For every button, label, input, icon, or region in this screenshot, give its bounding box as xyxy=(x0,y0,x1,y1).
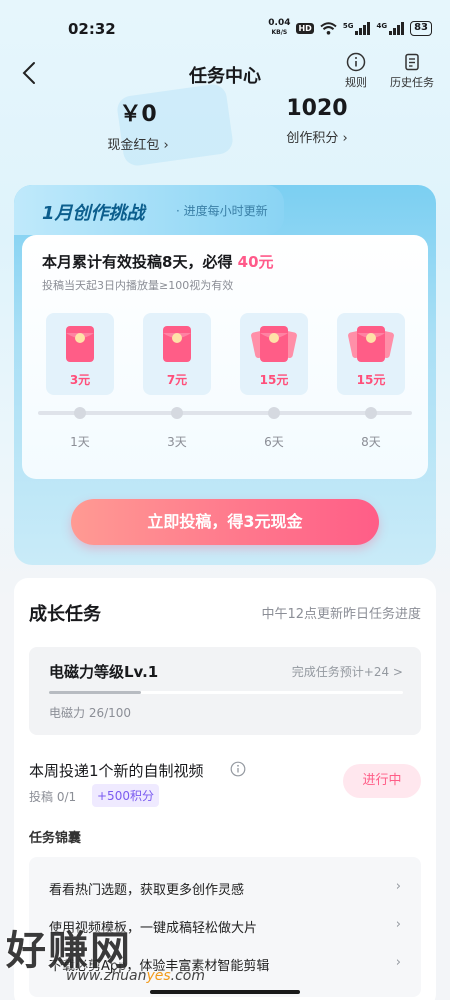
watermark-url-b: yes xyxy=(146,968,171,984)
home-indicator[interactable] xyxy=(150,990,300,994)
red-envelope-stack-icon xyxy=(251,326,297,362)
progress-node xyxy=(171,407,183,419)
hd-icon: HD xyxy=(296,22,314,34)
net-speed-unit: KB/S xyxy=(271,29,288,36)
status-time: 02:32 xyxy=(68,20,116,38)
signal-5g-label: 5G xyxy=(342,21,354,30)
chevron-right-icon: › xyxy=(395,955,401,970)
challenge-title: 1月创作挑战 xyxy=(42,203,145,224)
reward-amount: 15元 xyxy=(356,373,386,387)
cash-label: 现金红包 › xyxy=(107,138,169,153)
red-envelope-icon xyxy=(66,326,94,362)
signal-4g-label: 4G xyxy=(376,21,388,30)
em-level-panel[interactable]: 电磁力等级Lv.1 完成任务预计+24 > 电磁力 26/100 xyxy=(29,647,421,735)
tips-title: 任务锦囊 xyxy=(29,831,82,846)
reward-tier: 7元 xyxy=(143,313,211,395)
level-progress-bar xyxy=(49,691,403,694)
battery-icon: 83 xyxy=(410,20,432,36)
tip-item-label: 看看热门选题，获取更多创作灵感 xyxy=(49,883,245,898)
challenge-headline-amount: 40元 xyxy=(237,253,274,271)
level-estimate-link[interactable]: 完成任务预计+24 > xyxy=(292,663,403,680)
submit-video-button[interactable]: 立即投稿，得3元现金 xyxy=(71,499,379,545)
task-title: 本周投递1个新的自制视频 xyxy=(29,762,204,780)
red-envelope-stack-icon xyxy=(348,326,394,362)
watermark-url: www.zhuanyes.com xyxy=(66,968,205,984)
watermark-url-a: www.zhuan xyxy=(66,968,147,984)
challenge-progress-track xyxy=(38,411,412,415)
task-status-button[interactable]: 进行中 xyxy=(343,764,421,798)
watermark-url-c: .com xyxy=(170,968,206,984)
status-bar: 02:32 0.04 KB/S HD 5G 4G 83 xyxy=(0,0,450,44)
reward-amount: 3元 xyxy=(69,373,91,387)
network-speed: 0.04 KB/S xyxy=(268,19,290,37)
points-stat[interactable]: 1020 创作积分 › xyxy=(257,96,377,146)
history-button[interactable]: 历史任务 xyxy=(384,52,440,90)
reward-amount: 7元 xyxy=(166,373,188,387)
info-circle-icon xyxy=(346,52,366,72)
page-title: 任务中心 xyxy=(189,66,261,87)
challenge-progress-panel: 本月累计有效投稿8天，必得 40元 投稿当天起3日内播放量≥100视为有效 3元… xyxy=(22,235,428,479)
reward-tier: 15元 xyxy=(240,313,308,395)
nav-bar: 任务中心 规则 历史任务 xyxy=(0,50,450,96)
challenge-headline: 本月累计有效投稿8天，必得 40元 xyxy=(42,251,274,272)
growth-hint: 中午12点更新昨日任务进度 xyxy=(261,607,421,622)
points-label: 创作积分 › xyxy=(286,131,348,146)
challenge-note: 投稿当天起3日内播放量≥100视为有效 xyxy=(42,279,234,292)
level-value: 电磁力 26/100 xyxy=(49,706,132,720)
progress-node xyxy=(74,407,86,419)
day-label: 8天 xyxy=(361,435,381,449)
task-progress: 投稿 0/1 xyxy=(29,790,77,804)
status-icons: 0.04 KB/S HD 5G 4G 83 xyxy=(268,19,432,37)
day-label: 3天 xyxy=(167,435,187,449)
rules-button[interactable]: 规则 xyxy=(340,52,372,90)
cash-value: ￥0 xyxy=(119,102,157,127)
points-value: 1020 xyxy=(286,96,348,121)
level-name: 电磁力等级Lv.1 xyxy=(49,663,159,681)
task-points-badge: +500积分 xyxy=(92,784,159,807)
monthly-challenge-card: 1月创作挑战 · 进度每小时更新 本月累计有效投稿8天，必得 40元 投稿当天起… xyxy=(14,185,436,565)
reward-tier: 15元 xyxy=(337,313,405,395)
signal-4g-icon: 4G xyxy=(376,21,405,35)
progress-node xyxy=(365,407,377,419)
wifi-icon xyxy=(320,21,337,35)
challenge-subtitle: · 进度每小时更新 xyxy=(176,204,268,218)
history-label: 历史任务 xyxy=(390,76,434,89)
challenge-headline-text: 本月累计有效投稿8天，必得 xyxy=(42,253,238,271)
reward-tier: 3元 xyxy=(46,313,114,395)
red-envelope-icon xyxy=(163,326,191,362)
chevron-right-icon: › xyxy=(395,879,401,894)
task-info-icon[interactable] xyxy=(230,761,246,781)
day-label: 6天 xyxy=(264,435,284,449)
cash-stat[interactable]: ￥0 现金红包 › xyxy=(78,96,198,153)
growth-title: 成长任务 xyxy=(29,604,101,625)
tip-item[interactable]: 看看热门选题，获取更多创作灵感 › xyxy=(49,879,401,898)
net-speed-value: 0.04 xyxy=(268,18,291,28)
signal-5g-icon: 5G xyxy=(342,21,371,35)
level-progress-fill xyxy=(49,691,142,694)
progress-node xyxy=(268,407,280,419)
reward-amount: 15元 xyxy=(259,373,289,387)
history-document-icon xyxy=(405,53,419,71)
rules-label: 规则 xyxy=(345,76,367,89)
day-label: 1天 xyxy=(70,435,90,449)
chevron-right-icon: › xyxy=(395,917,401,932)
